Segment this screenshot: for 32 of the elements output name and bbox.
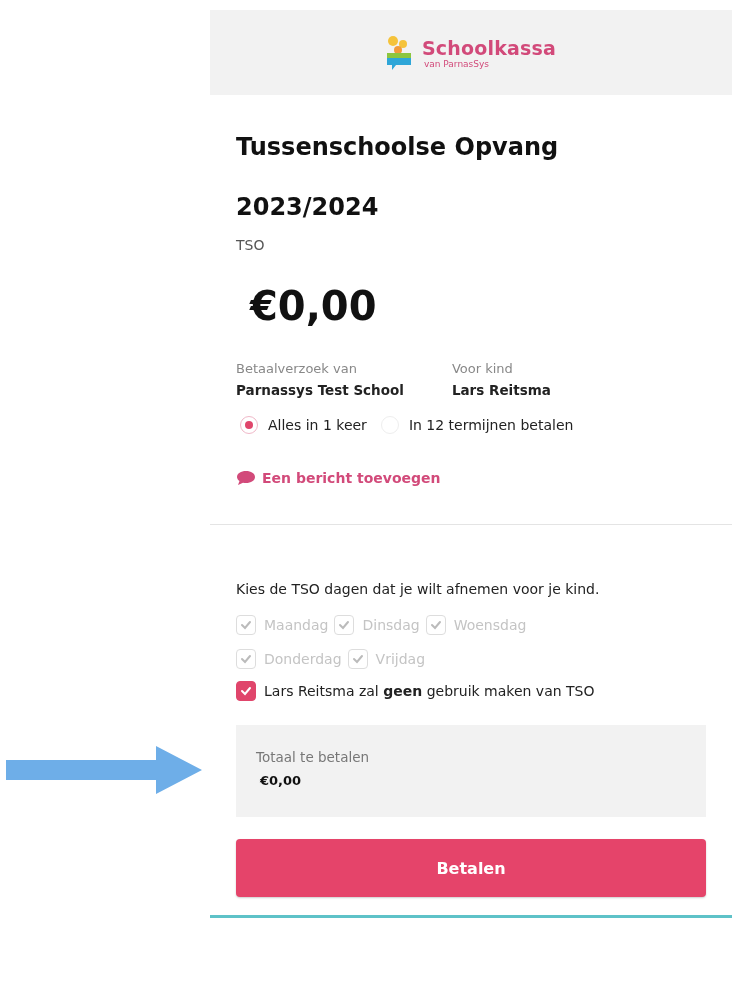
- amount: €0,00: [250, 283, 378, 329]
- radio-label: Alles in 1 keer: [268, 417, 367, 433]
- arrow-icon: [6, 746, 202, 794]
- total-amount: €0,00: [260, 773, 303, 788]
- field-label: Voor kind: [451, 361, 514, 376]
- checkbox[interactable]: [236, 681, 256, 701]
- radio-label: In 12 termijnen betalen: [408, 417, 574, 433]
- checkbox-label: Maandag: [264, 617, 329, 633]
- instruction-text: Kies de TSO dagen dat je wilt afnemen voor je kind.: [236, 581, 601, 597]
- page-title: Tussenschoolse Opvang 2023/2024: [236, 132, 560, 223]
- checkmark-icon: [240, 620, 252, 630]
- field-value: Parnassys Test School: [236, 382, 404, 398]
- checkmark-icon: [240, 686, 252, 696]
- logo-icon: [385, 34, 412, 71]
- category-label: TSO: [236, 237, 266, 253]
- checkmark-icon: [351, 654, 364, 664]
- brand-tagline: van ParnasSys: [423, 58, 490, 69]
- field-value: Lars Reitsma: [451, 382, 551, 398]
- checkmark-icon: [429, 620, 442, 630]
- checkmark-icon: [338, 620, 351, 630]
- checkbox-label: Lars Reitsma zal geen gebruik maken van TSO: [264, 683, 595, 699]
- checkbox-label: Dinsdag: [362, 617, 420, 633]
- checkbox-label: Vrijdag: [375, 651, 426, 667]
- checkmark-icon: [240, 654, 252, 664]
- add-message-link[interactable]: Een bericht toevoegen: [236, 470, 441, 486]
- field-label: Betaalverzoek van: [236, 361, 358, 376]
- speech-bubble-icon: [236, 470, 256, 486]
- checkbox-label: Woensdag: [453, 617, 527, 633]
- pay-button[interactable]: Betalen: [236, 839, 706, 897]
- checkbox-label: Donderdag: [264, 651, 342, 667]
- brand-name: Schoolkassa: [421, 36, 557, 59]
- total-label: Totaal te betalen: [256, 749, 371, 765]
